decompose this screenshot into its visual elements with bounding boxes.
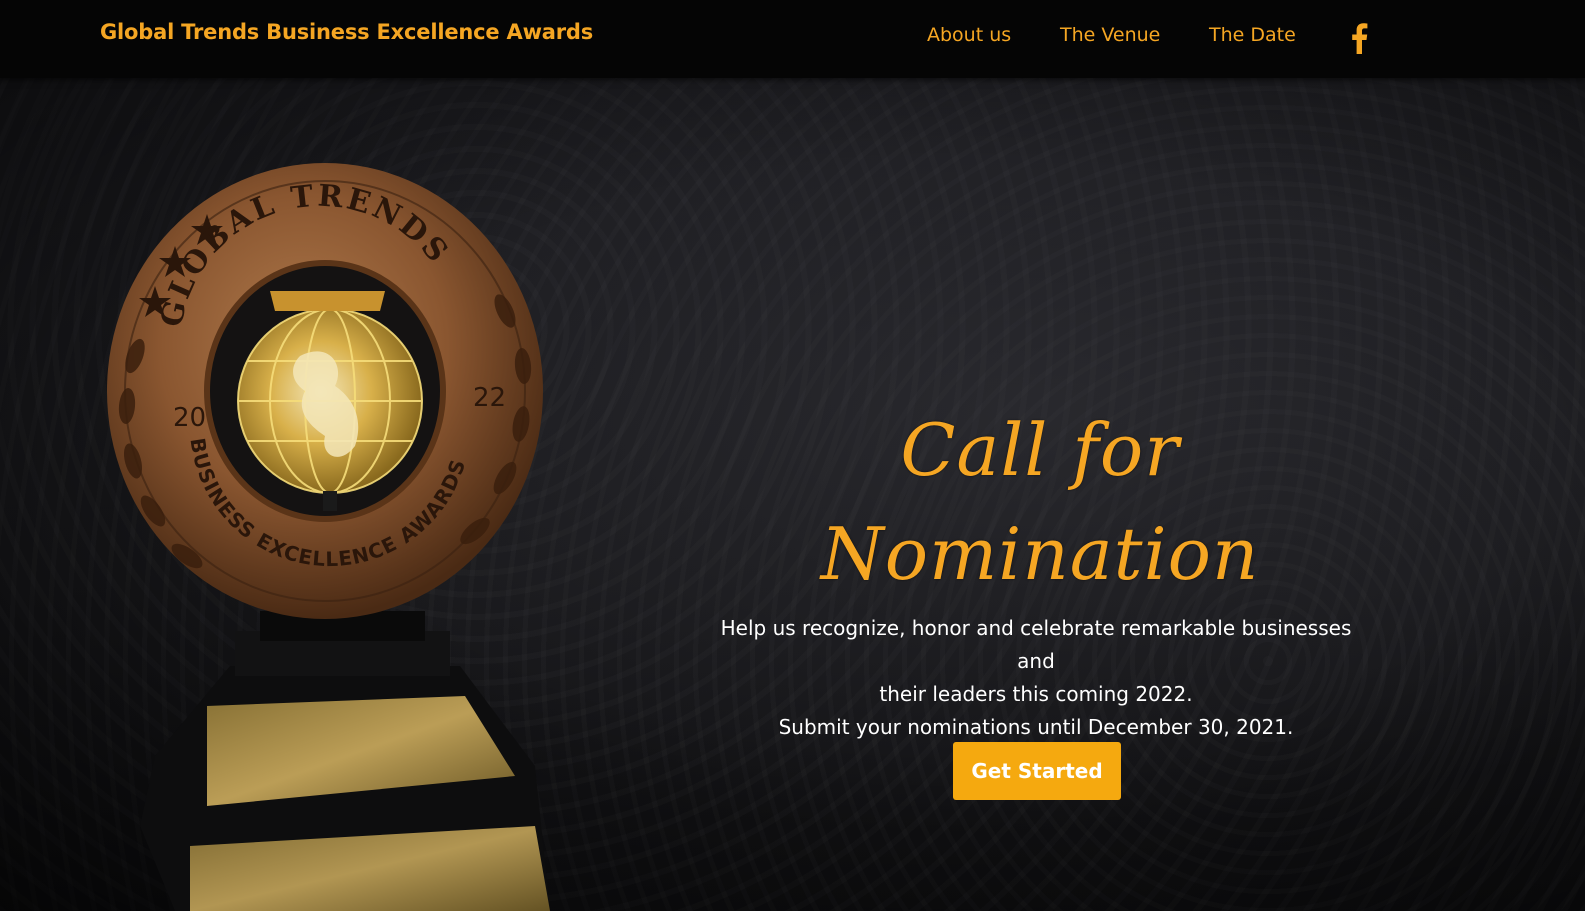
- hero-description-line2: their leaders this coming 2022.: [879, 682, 1193, 706]
- hero-description-line1: Help us recognize, honor and celebrate r…: [720, 616, 1352, 673]
- site-brand[interactable]: Global Trends Business Excellence Awards: [100, 20, 593, 44]
- hero-section: GLOBAL TRENDS BUSINESS EXCELLENCE AWARDS…: [0, 78, 1585, 911]
- hero-description: Help us recognize, honor and celebrate r…: [700, 612, 1372, 744]
- hero-title-line1: Call for: [900, 408, 1180, 492]
- trophy-year-right: 22: [473, 383, 506, 413]
- hero-title-line2: Nomination: [820, 512, 1260, 597]
- page: Global Trends Business Excellence Awards…: [0, 0, 1585, 911]
- trophy-image: GLOBAL TRENDS BUSINESS EXCELLENCE AWARDS…: [107, 163, 550, 911]
- site-header: Global Trends Business Excellence Awards…: [0, 0, 1585, 78]
- get-started-button[interactable]: Get Started: [953, 742, 1121, 800]
- nav-about-us[interactable]: About us: [927, 24, 1011, 46]
- hero-title: Call for Nomination: [760, 398, 1320, 607]
- nav-the-date[interactable]: The Date: [1209, 24, 1296, 46]
- hero-description-line3: Submit your nominations until December 3…: [778, 715, 1294, 739]
- nav-the-venue[interactable]: The Venue: [1060, 24, 1160, 46]
- facebook-icon[interactable]: [1349, 22, 1369, 54]
- trophy-year-left: 20: [173, 403, 206, 433]
